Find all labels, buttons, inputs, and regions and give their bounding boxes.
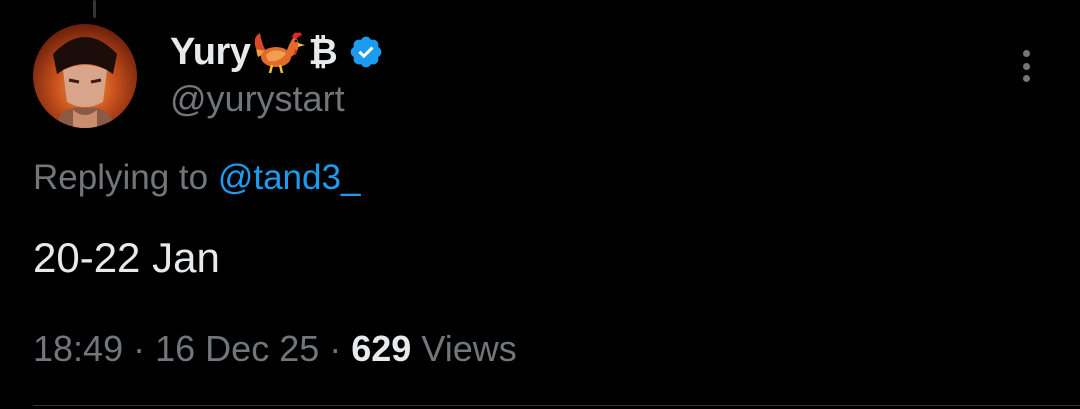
divider bbox=[33, 405, 1080, 406]
author-handle[interactable]: @yurystart bbox=[170, 78, 345, 120]
more-dot-icon bbox=[1022, 75, 1030, 82]
verified-badge-icon[interactable] bbox=[348, 34, 384, 70]
author-display-name[interactable]: Yury bbox=[170, 31, 251, 74]
rooster-icon bbox=[252, 29, 306, 75]
reply-mention-link[interactable]: @tand3_ bbox=[218, 158, 361, 197]
more-dot-icon bbox=[1022, 50, 1030, 57]
tweet-text: 20-22 Jan bbox=[33, 234, 220, 281]
avatar[interactable] bbox=[33, 24, 137, 128]
tweet-date[interactable]: 16 Dec 25 bbox=[155, 328, 319, 369]
replying-to-line: Replying to @tand3_ bbox=[33, 158, 360, 198]
bitcoin-symbol: ₿ bbox=[308, 31, 338, 72]
thread-connector-line bbox=[93, 0, 96, 18]
author-name-row[interactable]: Yury ₿ bbox=[170, 28, 384, 76]
more-options-button[interactable] bbox=[1008, 46, 1044, 86]
tweet-time[interactable]: 18:49 bbox=[33, 328, 123, 369]
meta-separator: · bbox=[329, 328, 342, 369]
replying-to-label: Replying to bbox=[33, 158, 218, 197]
views-count[interactable]: 629 bbox=[351, 328, 411, 369]
meta-separator: · bbox=[133, 328, 146, 369]
more-dot-icon bbox=[1022, 62, 1030, 70]
avatar-image bbox=[33, 24, 137, 128]
views-label[interactable]: Views bbox=[421, 328, 516, 369]
tweet-meta: 18:49 · 16 Dec 25 · 629 Views bbox=[33, 328, 517, 370]
